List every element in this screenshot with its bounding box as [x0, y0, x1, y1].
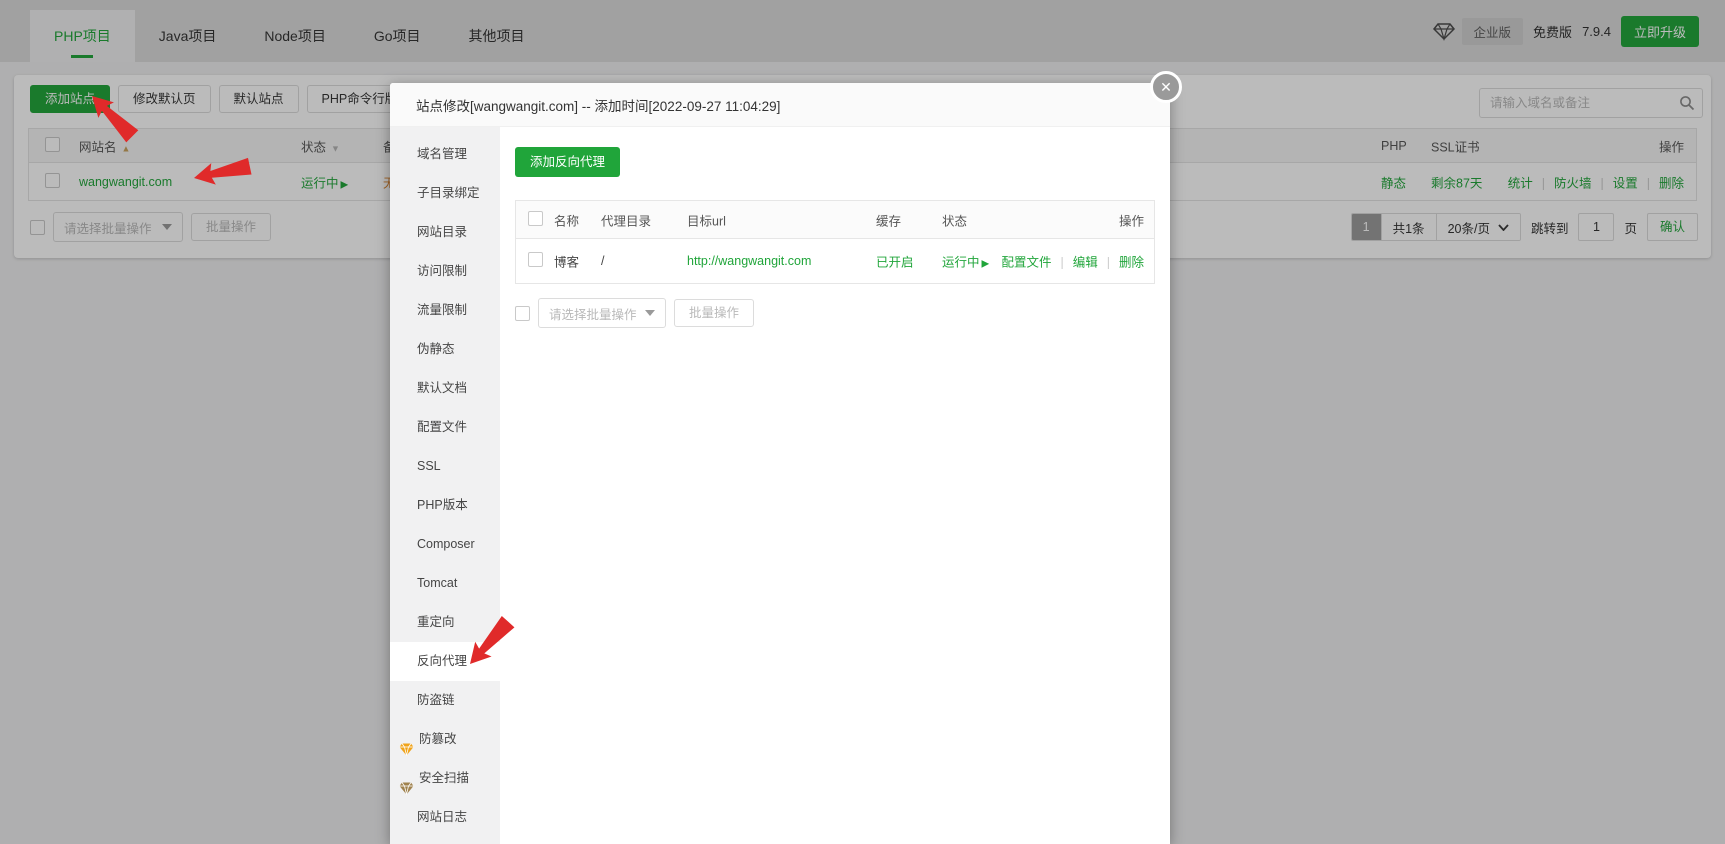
sidebar-item-security-scan-label: 安全扫描 — [419, 771, 470, 785]
checkbox-icon[interactable] — [528, 210, 543, 226]
modal-content: 添加反向代理 名称 代理目录 目标url 缓存 状态 操作 博客 / http:… — [500, 127, 1170, 844]
modal-close-button[interactable]: ✕ — [1150, 71, 1182, 103]
sidebar-item-traffic-limit[interactable]: 流量限制 — [390, 291, 500, 330]
proxy-status-link[interactable]: 运行中 ▶ — [942, 252, 989, 271]
proxy-table: 名称 代理目录 目标url 缓存 状态 操作 博客 / http://wangw… — [515, 200, 1155, 284]
sidebar-item-tamper-proof-label: 防篡改 — [419, 732, 457, 746]
sidebar-item-subdir-bind[interactable]: 子目录绑定 — [390, 174, 500, 213]
proxy-table-header: 名称 代理目录 目标url 缓存 状态 操作 — [516, 201, 1154, 239]
proxy-header-target: 目标url — [687, 214, 726, 228]
proxy-header-cache: 缓存 — [876, 214, 902, 228]
proxy-action-edit[interactable]: 编辑 — [1073, 252, 1119, 271]
app-window: PHP项目 Java项目 Node项目 Go项目 其他项目 企业版 免费版 7.… — [0, 0, 1725, 844]
sidebar-item-rewrite[interactable]: 伪静态 — [390, 330, 500, 369]
add-reverse-proxy-button[interactable]: 添加反向代理 — [515, 147, 621, 177]
proxy-batch-select-placeholder: 请选择批量操作 — [549, 307, 637, 322]
proxy-action-delete[interactable]: 删除 — [1119, 252, 1144, 271]
proxy-batch-select[interactable]: 请选择批量操作 — [538, 298, 666, 328]
proxy-header-actions: 操作 — [1118, 214, 1144, 228]
modal-title: 站点修改[wangwangit.com] -- 添加时间[2022-09-27 … — [390, 83, 1170, 127]
proxy-table-row: 博客 / http://wangwangit.com 已开启 运行中 ▶ 配置文件… — [516, 239, 1154, 283]
proxy-name: 博客 — [554, 255, 580, 270]
proxy-cache-toggle[interactable]: 已开启 — [876, 252, 914, 271]
site-modify-modal: ✕ 站点修改[wangwangit.com] -- 添加时间[2022-09-2… — [390, 71, 1182, 844]
sidebar-item-hotlink-protect[interactable]: 防盗链 — [390, 681, 500, 720]
sidebar-item-domain-manage[interactable]: 域名管理 — [390, 135, 500, 174]
proxy-row-checkbox[interactable] — [528, 252, 543, 270]
sidebar-item-php-version[interactable]: PHP版本 — [390, 486, 500, 525]
proxy-status-label: 运行中 — [942, 255, 980, 270]
proxy-batch-apply-button[interactable]: 批量操作 — [674, 299, 755, 327]
sidebar-item-access-limit[interactable]: 访问限制 — [390, 252, 500, 291]
proxy-batch-bar: 请选择批量操作 批量操作 — [515, 298, 755, 328]
sidebar-item-tomcat[interactable]: Tomcat — [390, 564, 500, 603]
play-icon: ▶ — [981, 258, 990, 270]
chevron-down-icon — [645, 310, 655, 316]
close-icon: ✕ — [1160, 78, 1172, 95]
proxy-header-name: 名称 — [554, 214, 580, 228]
sidebar-item-default-doc[interactable]: 默认文档 — [390, 369, 500, 408]
sidebar-item-site-dir[interactable]: 网站目录 — [390, 213, 500, 252]
sidebar-item-composer[interactable]: Composer — [390, 525, 500, 564]
proxy-dir: / — [601, 254, 605, 268]
sidebar-item-site-log[interactable]: 网站日志 — [390, 798, 500, 837]
proxy-action-config-file[interactable]: 配置文件 — [1001, 252, 1072, 271]
proxy-row-actions: 配置文件 编辑 删除 — [1001, 252, 1144, 271]
sidebar-item-config-file[interactable]: 配置文件 — [390, 408, 500, 447]
proxy-header-status: 状态 — [942, 214, 968, 228]
checkbox-icon[interactable] — [528, 252, 543, 267]
sidebar-item-security-scan[interactable]: 安全扫描 — [390, 759, 500, 798]
proxy-select-all-checkbox[interactable] — [528, 210, 543, 229]
sidebar-item-tamper-proof[interactable]: 防篡改 — [390, 720, 500, 759]
modal-sidebar: 域名管理 子目录绑定 网站目录 访问限制 流量限制 伪静态 默认文档 配置文件 … — [390, 127, 500, 844]
sidebar-item-ssl[interactable]: SSL — [390, 447, 500, 486]
proxy-batch-checkbox[interactable] — [515, 305, 530, 321]
proxy-header-dir: 代理目录 — [601, 214, 652, 228]
proxy-target-url-link[interactable]: http://wangwangit.com — [687, 254, 811, 268]
